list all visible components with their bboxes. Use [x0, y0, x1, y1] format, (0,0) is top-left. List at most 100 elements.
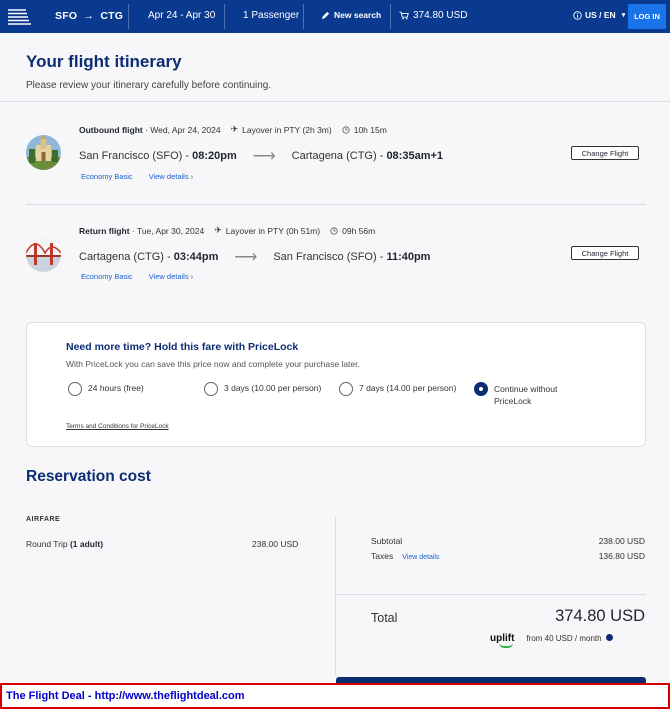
header-divider: [128, 4, 129, 29]
route-summary: SFO → CTG: [55, 10, 123, 22]
outbound-meta: Outbound flight · Wed, Apr 24, 2024 ✈ La…: [79, 124, 387, 135]
change-outbound-flight-button[interactable]: Change Flight: [571, 146, 639, 160]
return-fare-class[interactable]: Economy Basic: [81, 272, 133, 281]
outbound-origin-city: San Francisco (SFO) -: [79, 150, 190, 162]
return-route: Cartagena (CTG) - 03:44pm ⟶ San Francisc…: [79, 247, 430, 267]
pricelock-option-label: 7 days (14.00 per person): [359, 383, 457, 393]
divider: [336, 594, 646, 595]
pricelock-option-label: Continue without PriceLock: [494, 384, 558, 406]
outbound-destination: Cartagena (CTG) - 08:35am+1: [292, 150, 443, 162]
taxes-value: 136.80 USD: [598, 551, 645, 561]
taxes-label: Taxes: [371, 551, 394, 561]
header-divider: [303, 4, 304, 29]
pricelock-option-7-days[interactable]: 7 days (14.00 per person): [339, 382, 457, 396]
cart-total-value: 374.80 USD: [413, 10, 468, 21]
header-divider: [224, 4, 225, 29]
outbound-destination-city: Cartagena (CTG) -: [291, 150, 384, 162]
round-trip-text: Round Trip: [26, 539, 68, 549]
uplift-logo: uplift: [490, 633, 515, 648]
outbound-route: San Francisco (SFO) - 08:20pm ⟶ Cartagen…: [79, 146, 443, 166]
outbound-view-details-label: View details: [148, 172, 189, 181]
chevron-right-icon: ›: [190, 272, 194, 281]
outbound-flight-label: Outbound flight: [79, 124, 143, 135]
divider: [0, 101, 670, 102]
return-view-details-link[interactable]: View details ›: [149, 272, 193, 281]
pricelock-terms-link[interactable]: Terms and Conditions for PriceLock: [66, 423, 169, 430]
radio-button[interactable]: [204, 382, 218, 396]
pricelock-card: Need more time? Hold this fare with Pric…: [26, 322, 646, 447]
pricelock-option-24-hours[interactable]: 24 hours (free): [68, 382, 144, 396]
new-search-button[interactable]: New search: [321, 10, 381, 20]
plane-icon: ✈: [214, 225, 222, 235]
trip-dates: Apr 24 - Apr 30: [148, 10, 216, 21]
info-icon: [573, 10, 582, 20]
radio-button[interactable]: [68, 382, 82, 396]
pricelock-option-3-days[interactable]: 3 days (10.00 per person): [204, 382, 321, 396]
return-destination-city: San Francisco (SFO) -: [273, 251, 384, 263]
new-search-label: New search: [334, 10, 382, 20]
round-trip-label: Round Trip (1 adult): [26, 539, 103, 549]
login-button[interactable]: LOG IN: [628, 4, 666, 29]
uplift-monthly-text: from 40 USD / month: [526, 634, 602, 643]
cartagena-thumbnail: [26, 237, 61, 272]
top-navigation-bar: SFO → CTG Apr 24 - Apr 30 1 Passenger Ne…: [0, 0, 670, 33]
cart-icon: [399, 11, 409, 20]
return-destination: San Francisco (SFO) - 11:40pm: [273, 251, 430, 263]
pricelock-subtitle: With PriceLock you can save this price n…: [66, 359, 360, 369]
radio-button-selected[interactable]: [474, 382, 488, 396]
return-departure-time: 03:44pm: [173, 251, 219, 263]
chevron-right-icon: ›: [190, 172, 194, 181]
locale-label: US / EN: [585, 10, 616, 20]
route-origin: SFO: [55, 10, 78, 22]
cost-divider: [335, 516, 336, 676]
arrow-right-icon: ⟶: [252, 148, 276, 165]
route-arrow-icon: →: [80, 10, 98, 22]
uplift-financing[interactable]: uplift from 40 USD / month: [490, 633, 613, 648]
return-origin: Cartagena (CTG) - 03:44pm: [79, 251, 218, 263]
outbound-fare-class[interactable]: Economy Basic: [81, 172, 133, 181]
divider: [26, 204, 646, 205]
site-logo-icon[interactable]: [4, 4, 32, 28]
locale-selector[interactable]: US / EN ▾: [573, 10, 625, 20]
watermark-banner: The Flight Deal - http://www.theflightde…: [0, 683, 670, 709]
return-meta: Return flight · Tue, Apr 30, 2024 ✈ Layo…: [79, 225, 375, 236]
outbound-duration-text: 10h 15m: [353, 124, 387, 135]
return-links: Economy Basic View details ›: [81, 272, 193, 281]
outbound-layover: ✈ Layover in PTY (2h 3m): [231, 124, 332, 135]
destination-photo-icon: [26, 135, 61, 170]
destination-photo-icon: [26, 237, 61, 272]
outbound-label-wrap: Outbound flight · Wed, Apr 24, 2024: [79, 125, 221, 135]
route-destination: CTG: [100, 10, 124, 22]
outbound-arrival-time: 08:35am+1: [386, 150, 444, 162]
change-return-flight-button[interactable]: Change Flight: [571, 246, 639, 260]
return-flight-label: Return flight: [79, 225, 130, 236]
return-duration: 09h 56m: [330, 226, 375, 236]
outbound-layover-text: Layover in PTY (2h 3m): [242, 124, 332, 135]
cart-total[interactable]: 374.80 USD: [399, 10, 467, 21]
taxes-view-details-link[interactable]: View details: [402, 554, 439, 561]
arrow-right-icon: ⟶: [234, 249, 258, 266]
pricelock-option-label: 24 hours (free): [88, 383, 144, 393]
return-view-details-label: View details: [148, 272, 189, 281]
pricelock-title: Need more time? Hold this fare with Pric…: [66, 341, 299, 353]
return-duration-text: 09h 56m: [342, 225, 376, 236]
airfare-heading: AIRFARE: [26, 516, 61, 523]
total-label: Total: [371, 611, 398, 625]
info-icon[interactable]: [605, 634, 613, 641]
outbound-view-details-link[interactable]: View details ›: [149, 172, 193, 181]
return-origin-city: Cartagena (CTG) -: [79, 251, 171, 263]
page-subtitle: Please review your itinerary carefully b…: [26, 80, 272, 91]
total-value: 374.80 USD: [555, 607, 645, 625]
pricelock-option-continue-without[interactable]: Continue without PriceLock: [474, 382, 584, 407]
passenger-count: 1 Passenger: [243, 10, 300, 21]
radio-button[interactable]: [339, 382, 353, 396]
round-trip-quantity: (1 adult): [69, 539, 104, 549]
clock-icon: [342, 125, 350, 134]
page-title: Your flight itinerary: [26, 52, 182, 71]
san-francisco-thumbnail: [26, 135, 61, 170]
round-trip-value: 238.00 USD: [252, 539, 299, 549]
outbound-departure-time: 08:20pm: [192, 150, 237, 162]
outbound-duration: 10h 15m: [342, 125, 387, 135]
reservation-cost-title: Reservation cost: [26, 468, 151, 485]
taxes-row: Taxes View details: [371, 551, 439, 561]
